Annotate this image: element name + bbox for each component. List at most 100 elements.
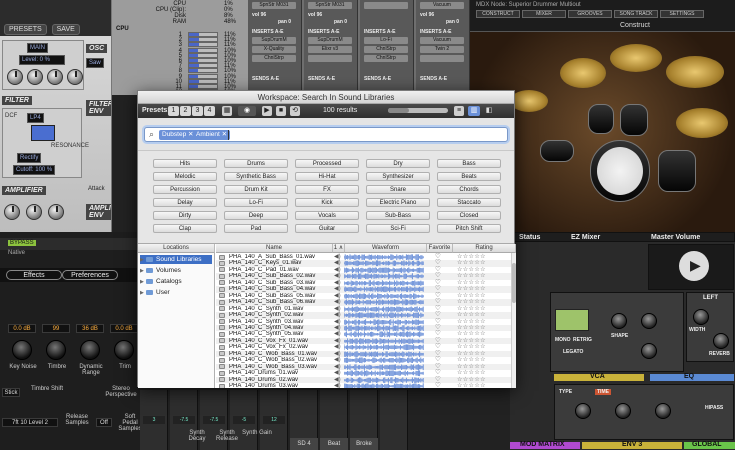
search-tag-ambient[interactable]: Ambient ✕ (193, 130, 231, 140)
osc-knob-2[interactable] (27, 69, 43, 85)
width-knob[interactable] (693, 309, 709, 325)
favorite-column-header[interactable]: Favorite (427, 244, 453, 253)
tag-button[interactable]: Deep (224, 211, 288, 220)
location-item[interactable]: ▶ User (140, 288, 170, 297)
window-title[interactable]: Workspace: Search In Sound Libraries (138, 91, 514, 104)
cymbal-hihat[interactable] (510, 90, 548, 112)
kick-drum[interactable] (590, 140, 650, 202)
amp-knob-3[interactable] (48, 204, 64, 220)
search-tag-dubstep[interactable]: Dubstep ✕ (159, 130, 197, 140)
info-icon[interactable]: ◧ (484, 106, 494, 116)
tag-button[interactable]: Snare (366, 185, 430, 194)
speaker-icon[interactable]: ◀) (334, 383, 341, 388)
synth-tab-presets[interactable]: PRESETS (4, 24, 47, 35)
play-preview-icon[interactable]: ▶ (262, 106, 272, 116)
insert-slot-2[interactable]: Elixr v3 (308, 46, 352, 53)
tag-button[interactable]: Dirty (153, 211, 217, 220)
drum-tab[interactable]: SETTINGS (660, 10, 704, 18)
snare-drum[interactable] (540, 140, 574, 162)
drum-tab[interactable]: GROOVES (568, 10, 612, 18)
tag-button[interactable]: Synthetic Bass (224, 172, 288, 181)
tag-button[interactable]: Staccato (437, 198, 501, 207)
synth-knob-2[interactable] (641, 313, 657, 329)
sort-column-header[interactable]: 1 ∧ (333, 244, 345, 253)
bypass-button[interactable]: BYPASS (8, 240, 36, 246)
drum-tab[interactable]: SONG TRACK (614, 10, 658, 18)
file-row[interactable]: PHA_140_Drums_03.wav ◀) ♡ ☆☆☆☆☆ (216, 382, 516, 388)
locations-header[interactable]: Locations (138, 244, 215, 253)
env-knob-2[interactable] (615, 403, 631, 419)
waveform-column-header[interactable]: Waveform (345, 244, 427, 253)
channel-name[interactable]: SpnStr M031 (308, 2, 352, 9)
mixer-fader[interactable] (380, 390, 408, 450)
preset-3-button[interactable]: 3 (192, 106, 203, 116)
tag-button[interactable]: Drums (224, 159, 288, 168)
piano-knob[interactable] (46, 340, 66, 360)
insert-slot-3[interactable] (420, 55, 464, 62)
name-column-header[interactable]: Name (216, 244, 333, 253)
tag-button[interactable]: Processed (295, 159, 359, 168)
amp-knob-2[interactable] (26, 204, 42, 220)
shape-knob[interactable] (611, 313, 627, 329)
mixer-fader[interactable]: 3 (140, 390, 168, 450)
preview-volume-bar[interactable] (388, 108, 448, 113)
tag-button[interactable]: Sub-Bass (366, 211, 430, 220)
channel-name[interactable]: SpnStr M031 (252, 2, 296, 9)
env-knob-3[interactable] (655, 403, 671, 419)
channel-name[interactable]: Vacuum (420, 2, 464, 9)
tag-button[interactable]: Hi-Hat (295, 172, 359, 181)
tag-button[interactable]: Beats (437, 172, 501, 181)
insert-slot-3[interactable]: ChnlStrp (364, 55, 408, 62)
tag-button[interactable]: Chords (437, 185, 501, 194)
soft-pedal-toggle[interactable]: Off (96, 418, 112, 427)
tag-button[interactable]: Sci-Fi (366, 224, 430, 233)
scrollbar-thumb[interactable] (512, 263, 516, 303)
insert-slot-1[interactable]: SupDrumM (252, 37, 296, 44)
preset-2-button[interactable]: 2 (180, 106, 191, 116)
tag-button[interactable]: Melodic (153, 172, 217, 181)
drum-tab[interactable]: MIXER (522, 10, 566, 18)
tag-button[interactable]: Hits (153, 159, 217, 168)
channel-name[interactable] (364, 2, 408, 9)
waveform-preview[interactable] (344, 383, 424, 388)
piano-preset-selector[interactable]: 7ft 10 Level 2 (2, 418, 58, 427)
piano-knob[interactable] (114, 340, 134, 360)
insert-slot-1[interactable]: Lo-Fi (364, 37, 408, 44)
piano-knob[interactable] (80, 340, 100, 360)
tag-button[interactable]: Dry (366, 159, 430, 168)
column-view-icon[interactable]: ▥ (468, 106, 480, 116)
tag-button[interactable]: Lo-Fi (224, 198, 288, 207)
synth-knob-3[interactable] (641, 343, 657, 359)
location-item[interactable]: ▶ Catalogs (140, 277, 182, 286)
reverb-knob[interactable] (713, 333, 729, 349)
tag-button[interactable]: Electric Piano (366, 198, 430, 207)
osc-knob-1[interactable] (7, 69, 23, 85)
stick-selector[interactable]: Stick (2, 388, 20, 397)
stop-icon[interactable]: ■ (276, 106, 286, 116)
tag-button[interactable]: Delay (153, 198, 217, 207)
mixer-fader[interactable]: SD 4 (290, 390, 318, 450)
tag-button[interactable]: Kick (295, 198, 359, 207)
insert-slot-3[interactable] (308, 55, 352, 62)
tag-button[interactable]: Guitar (295, 224, 359, 233)
play-button[interactable]: ▶ (679, 251, 709, 281)
insert-slot-3[interactable]: ChnlStrp (252, 55, 296, 62)
cymbal-ride[interactable] (666, 56, 724, 88)
cymbal-china[interactable] (676, 108, 728, 138)
tag-button[interactable]: Drum Kit (224, 185, 288, 194)
record-icon[interactable]: ◉ (238, 106, 256, 116)
list-view-icon[interactable]: ≡ (454, 106, 464, 116)
env-knob-1[interactable] (575, 403, 591, 419)
tag-button[interactable]: FX (295, 185, 359, 194)
preset-4-button[interactable]: 4 (204, 106, 215, 116)
osc-knob-3[interactable] (47, 69, 63, 85)
preferences-tab[interactable]: Preferences (62, 270, 118, 280)
mixer-fader[interactable]: 12 (260, 390, 288, 450)
loop-icon[interactable]: ⟲ (290, 106, 300, 116)
tom-1[interactable] (588, 104, 614, 134)
rating-column-header[interactable]: Rating (453, 244, 516, 253)
synth-tab-save[interactable]: SAVE (51, 24, 80, 35)
tag-button[interactable]: Pad (224, 224, 288, 233)
tag-button[interactable]: Clap (153, 224, 217, 233)
location-item[interactable]: ▶ Sound Libraries (140, 255, 212, 264)
